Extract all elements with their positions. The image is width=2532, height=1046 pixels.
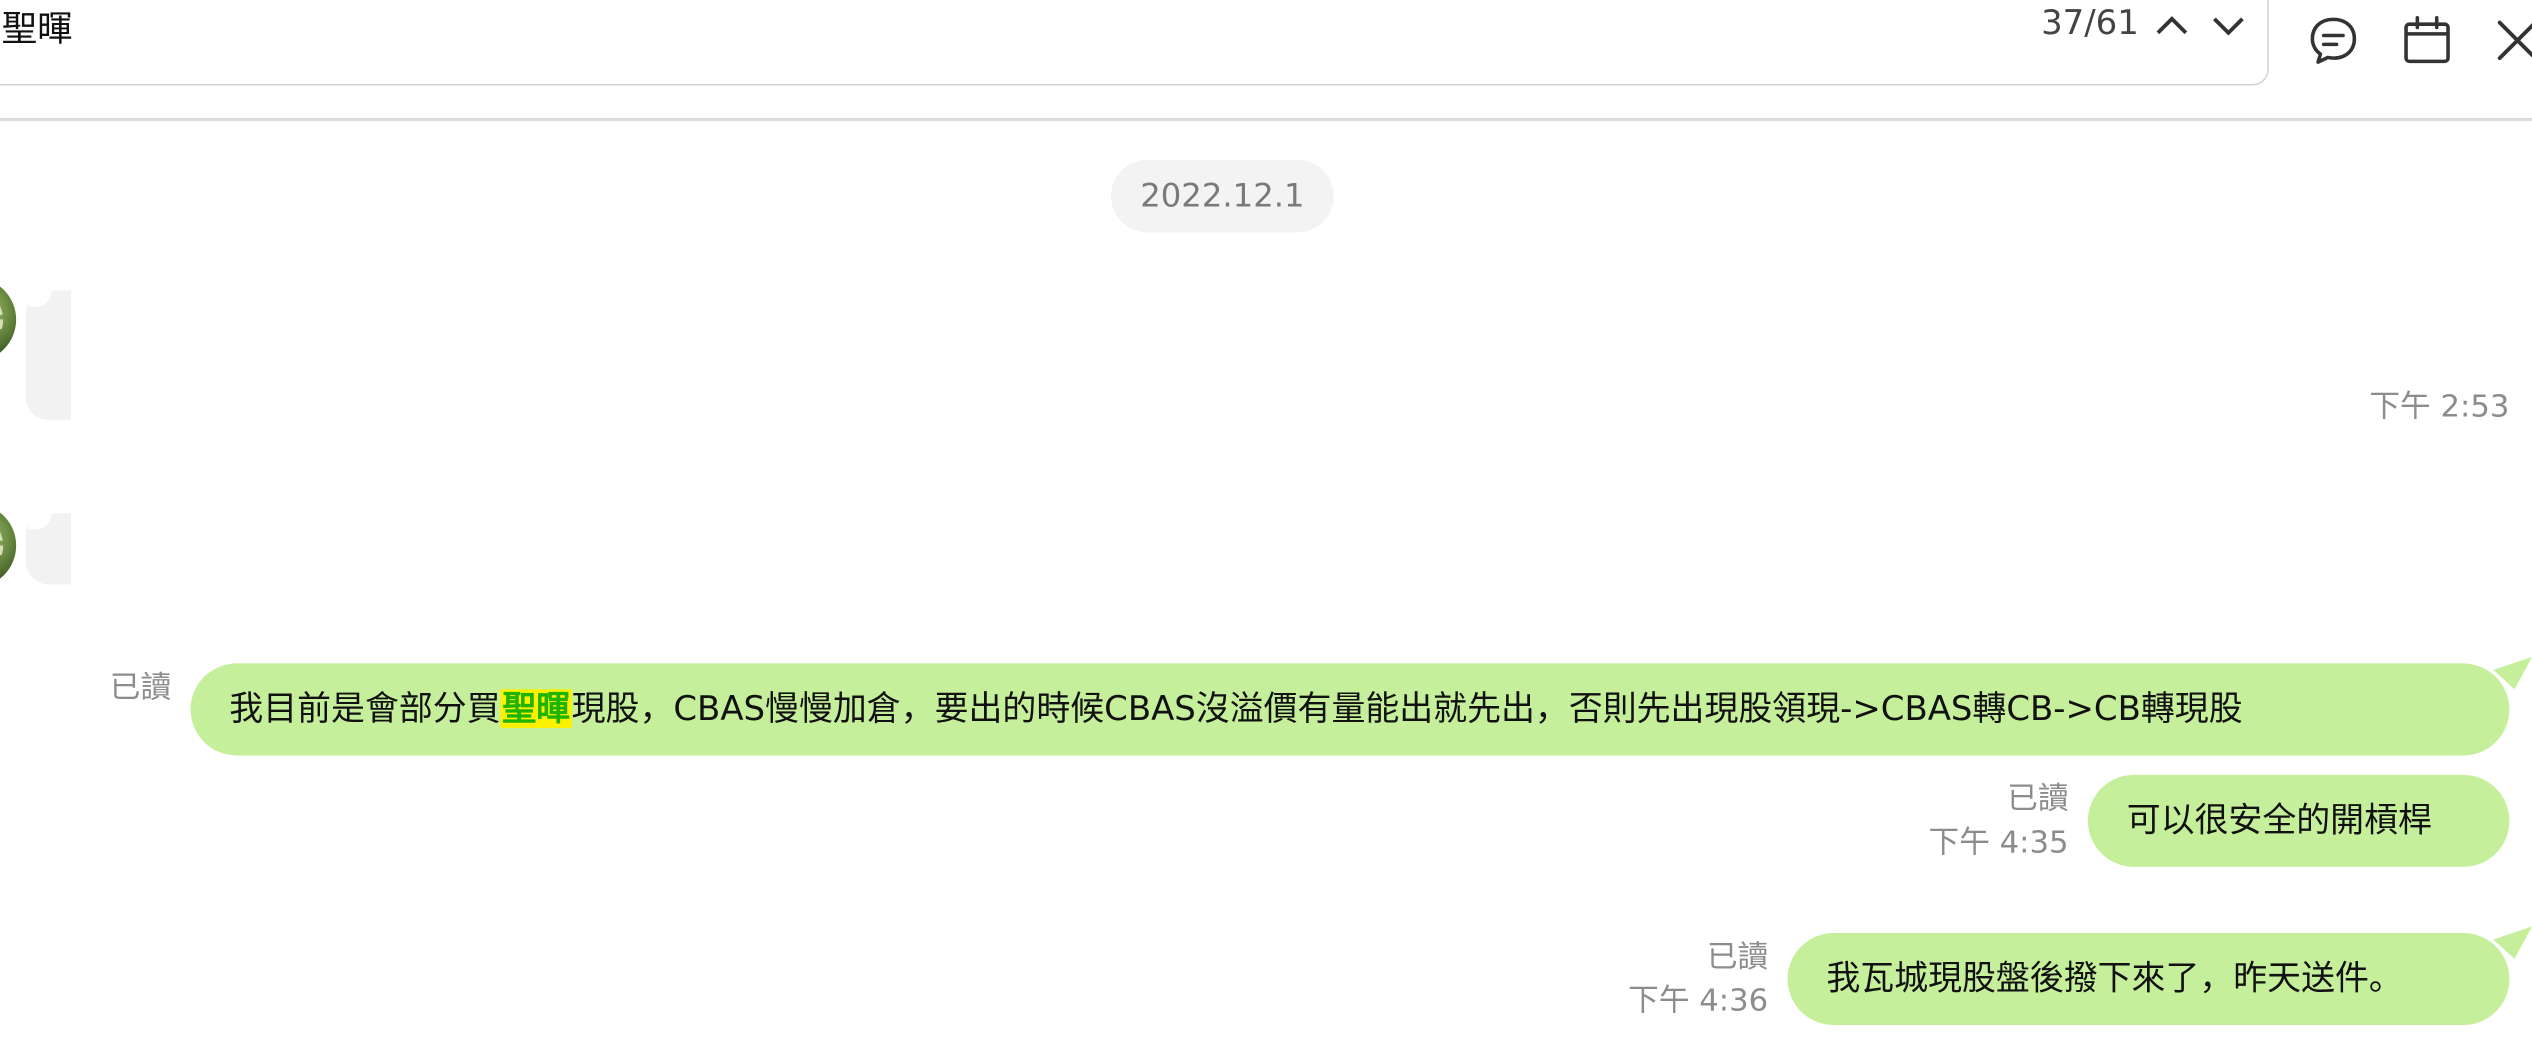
- sent-message-bubble[interactable]: 可以很安全的開槓桿: [2087, 774, 2510, 867]
- chat-bubble-icon[interactable]: [2306, 13, 2361, 68]
- sent-message-bubble[interactable]: 我瓦城現股盤後撥下來了，昨天送件。: [1787, 926, 2532, 1026]
- avatar[interactable]: [0, 503, 17, 588]
- search-bar: 37/61: [0, 0, 2269, 86]
- read-receipt: 已讀: [109, 669, 172, 706]
- message-time: 下午 4:35: [1928, 824, 2069, 861]
- message-time: 下午 2:53: [2369, 389, 2510, 425]
- chevron-down-icon[interactable]: [2207, 5, 2249, 47]
- message-time: 下午 4:36: [1628, 983, 1769, 1019]
- message-meta: 已讀 下午 4:35: [1929, 778, 2069, 865]
- message-meta: 已讀 下午 4:36: [1628, 936, 1768, 1023]
- bubble-tail: [2493, 656, 2532, 690]
- close-icon[interactable]: [2490, 13, 2532, 68]
- search-result-count: 37/61: [2041, 3, 2139, 42]
- header-divider: [0, 117, 2532, 122]
- message-text: 我瓦城現股盤後撥下來了，昨天送件。: [1826, 958, 2403, 998]
- incoming-message-bubble[interactable]: [25, 513, 72, 585]
- avatar[interactable]: [0, 277, 17, 362]
- chat-window: 37/61 2022.12.1 下午 2:53: [0, 0, 2532, 1046]
- bubble-tail: [2493, 926, 2532, 959]
- read-receipt: 已讀: [2007, 781, 2069, 817]
- message-text: 我目前是會部分買: [229, 689, 501, 729]
- calendar-icon[interactable]: [2400, 13, 2455, 68]
- search-match-highlight: 聖暉: [500, 689, 572, 729]
- date-divider: 2022.12.1: [1110, 159, 1334, 233]
- message-text: 現股，CBAS慢慢加倉，要出的時候CBAS沒溢價有量能出就先出，否則先出現股領現…: [571, 689, 2243, 729]
- incoming-message-bubble[interactable]: [25, 290, 72, 420]
- sent-message-bubble[interactable]: 我目前是會部分買聖暉現股，CBAS慢慢加倉，要出的時候CBAS沒溢價有量能出就先…: [190, 656, 2532, 756]
- message-meta: 已讀: [110, 667, 171, 711]
- message-text: 可以很安全的開槓桿: [2126, 800, 2432, 840]
- read-receipt: 已讀: [1706, 939, 1769, 975]
- chevron-up-icon[interactable]: [2151, 5, 2193, 47]
- search-input[interactable]: [1, 0, 1455, 54]
